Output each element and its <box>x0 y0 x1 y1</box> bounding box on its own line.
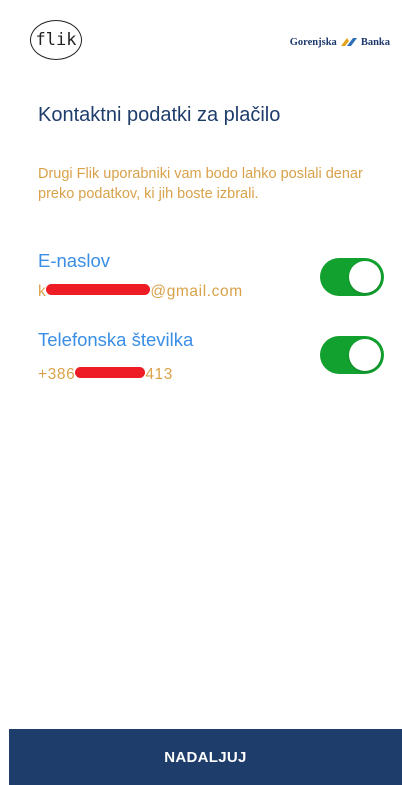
continue-button[interactable]: NADALJUJ <box>9 729 402 785</box>
email-value: k @gmail.com <box>38 283 243 301</box>
phone-prefix: +386 <box>38 366 76 383</box>
phone-value: +386 413 <box>38 366 173 384</box>
bank-logo: Gorenjska Banka <box>290 36 390 48</box>
intro-text: Drugi Flik uporabniki vam bodo lahko pos… <box>38 166 363 202</box>
page-title: Kontaktni podatki za plačilo <box>38 104 281 126</box>
bank-mark-icon <box>340 38 357 46</box>
flik-logo: flik <box>30 20 82 60</box>
email-prefix: k <box>38 283 47 300</box>
toggle-knob <box>349 339 381 371</box>
redaction-bar <box>46 284 151 296</box>
bank-name-1: Gorenjska <box>289 36 337 48</box>
phone-suffix: 413 <box>145 366 173 383</box>
email-toggle[interactable] <box>320 258 384 296</box>
email-suffix: @gmail.com <box>150 283 243 300</box>
logo-text: flik <box>35 30 77 50</box>
phone-toggle[interactable] <box>320 336 384 374</box>
bank-name-2: Banka <box>360 36 390 48</box>
redaction-bar <box>75 367 146 379</box>
email-label: E-naslov <box>38 250 110 271</box>
phone-label: Telefonska številka <box>38 329 194 350</box>
toggle-knob <box>349 261 381 293</box>
